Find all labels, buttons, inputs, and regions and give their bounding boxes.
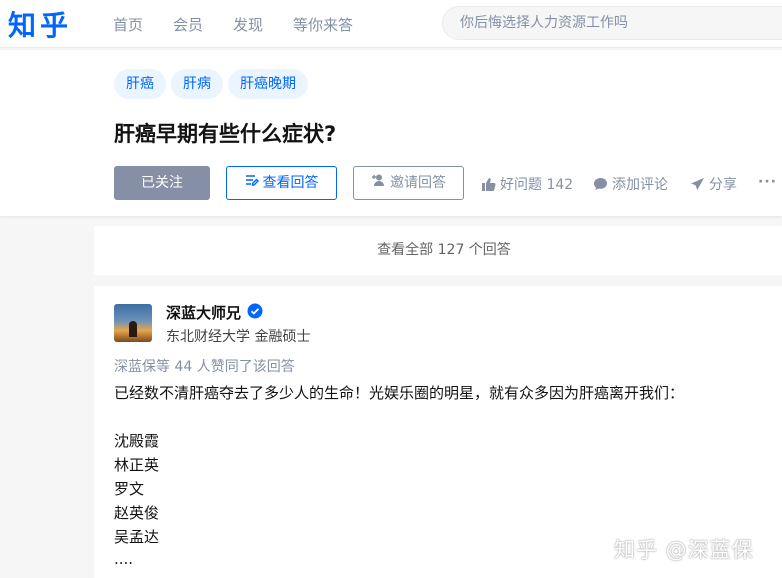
search-input[interactable]: 你后悔选择人力资源工作吗 [442, 6, 782, 40]
voters-summary[interactable]: 深蓝保等 44 人赞同了该回答 [114, 356, 295, 376]
nav-discover[interactable]: 发现 [233, 14, 263, 35]
share-button[interactable]: 分享 [690, 174, 737, 194]
question-title: 肝癌早期有些什么症状? [114, 122, 337, 146]
answer-paragraph: 罗文 [114, 480, 145, 498]
answer-paragraph: 林正英 [114, 456, 160, 474]
answer-paragraph: 沈殿霞 [114, 432, 160, 450]
good-question-label: 好问题 142 [500, 177, 574, 193]
share-label: 分享 [709, 177, 737, 193]
edit-icon [245, 167, 259, 199]
question-header: 肝癌 肝病 肝癌晚期 肝癌早期有些什么症状? 已关注 查看回答 邀请回答 好问题… [0, 50, 782, 216]
share-icon [691, 178, 704, 190]
topic-tag[interactable]: 肝癌 [114, 69, 166, 99]
answer-paragraph: 已经数不清肝癌夺去了多少人的生命！光娱乐圈的明星，就有众多因为肝癌离开我们： [114, 384, 685, 402]
view-answers-label: 查看回答 [262, 175, 319, 191]
answer-paragraph: 赵英俊 [114, 504, 160, 522]
nav-waiting-answers[interactable]: 等你来答 [293, 14, 353, 35]
author-headline: 东北财经大学 金融硕士 [166, 329, 311, 345]
invite-answer-button[interactable]: 邀请回答 [353, 166, 464, 200]
answer-paragraph: 吴孟达 [114, 528, 160, 546]
author-name[interactable]: 深蓝大师兄 [166, 302, 241, 323]
follow-button[interactable]: 已关注 [114, 166, 210, 200]
answer-paragraph: .... [114, 550, 134, 568]
good-question-button[interactable]: 好问题 142 [481, 174, 573, 194]
add-comment-button[interactable]: 添加评论 [593, 174, 668, 194]
add-user-icon [371, 167, 386, 199]
thumbs-up-icon [482, 178, 496, 191]
add-comment-label: 添加评论 [612, 177, 668, 193]
watermark: 知乎 @深蓝保 [614, 538, 754, 562]
nav-vip[interactable]: 会员 [173, 14, 203, 35]
follow-button-label: 已关注 [141, 175, 183, 191]
more-button[interactable]: ··· [758, 174, 777, 190]
top-navbar: 知乎 首页 会员 发现 等你来答 你后悔选择人力资源工作吗 [0, 0, 782, 48]
invite-answer-label: 邀请回答 [390, 175, 446, 191]
view-answers-button[interactable]: 查看回答 [226, 166, 337, 200]
topic-tag[interactable]: 肝癌晚期 [228, 69, 308, 99]
comment-icon [594, 178, 607, 190]
zhihu-logo[interactable]: 知乎 [8, 4, 72, 44]
nav-home[interactable]: 首页 [113, 14, 143, 35]
view-all-answers-link[interactable]: 查看全部 127 个回答 [94, 226, 782, 275]
topic-tag[interactable]: 肝病 [171, 69, 223, 99]
avatar[interactable] [114, 304, 152, 342]
verified-badge-icon [247, 303, 263, 323]
